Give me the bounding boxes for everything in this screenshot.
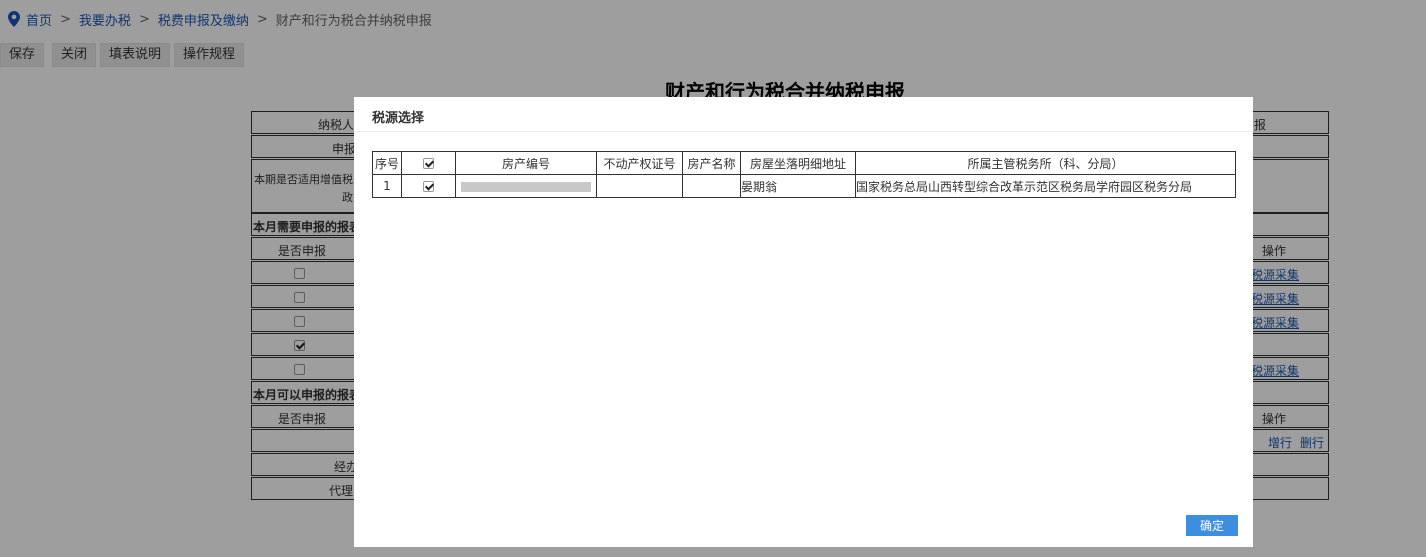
table-header-row: 序号 房产编号 不动产权证号 房产名称 房屋坐落明细地址 所属主管税务所（科、分…	[372, 151, 1236, 175]
modal-divider	[354, 131, 1253, 132]
col-tax-office-header: 所属主管税务所（科、分局）	[855, 151, 1236, 175]
col-address-header: 房屋坐落明细地址	[740, 151, 856, 175]
row-select-checkbox[interactable]	[423, 181, 434, 192]
col-index-header: 序号	[372, 151, 402, 175]
row-cert-no	[596, 174, 683, 198]
row-index: 1	[372, 174, 402, 198]
col-property-no-header: 房产编号	[455, 151, 597, 175]
row-select-cell	[401, 174, 456, 198]
col-cert-no-header: 不动产权证号	[596, 151, 683, 175]
confirm-button[interactable]: 确定	[1186, 515, 1238, 536]
row-tax-office: 国家税务总局山西转型综合改革示范区税务局学府园区税务分局	[855, 174, 1236, 198]
table-row[interactable]: 1 晏期翁 国家税务总局山西转型综合改革示范区税务局学府园区税务分局	[372, 174, 1236, 198]
row-property-no	[455, 174, 597, 198]
tax-source-modal: 税源选择 序号 房产编号 不动产权证号 房产名称 房屋坐落明细地址 所属主管税务…	[354, 97, 1253, 547]
row-address: 晏期翁	[740, 174, 856, 198]
row-property-name	[682, 174, 741, 198]
select-all-checkbox[interactable]	[423, 158, 434, 169]
redacted-block	[461, 181, 591, 192]
col-select-header	[401, 151, 456, 175]
modal-title: 税源选择	[372, 111, 425, 126]
tax-source-table: 序号 房产编号 不动产权证号 房产名称 房屋坐落明细地址 所属主管税务所（科、分…	[372, 151, 1236, 198]
col-property-name-header: 房产名称	[682, 151, 741, 175]
